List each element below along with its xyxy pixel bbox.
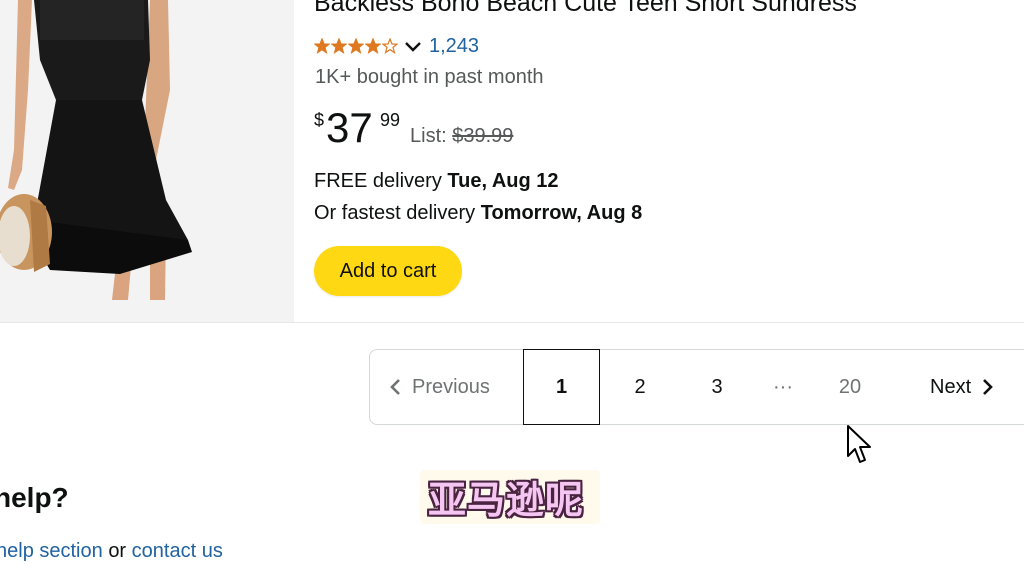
chevron-right-icon bbox=[983, 379, 993, 395]
contact-us-link[interactable]: contact us bbox=[132, 540, 223, 562]
product-image-panel[interactable] bbox=[0, 0, 294, 322]
page-1-current[interactable]: 1 bbox=[523, 349, 600, 425]
list-price-value: $39.99 bbox=[452, 125, 514, 147]
previous-page-button[interactable]: Previous bbox=[388, 350, 490, 424]
star-full-icon bbox=[331, 38, 347, 54]
video-caption: 亚马逊呢 bbox=[428, 477, 585, 522]
help-section-link[interactable]: help section bbox=[0, 540, 103, 562]
bought-past-month: 1K+ bought in past month bbox=[315, 66, 544, 88]
free-delivery-prefix: FREE delivery bbox=[314, 170, 442, 192]
chevron-down-icon[interactable] bbox=[403, 36, 423, 56]
list-price-label: List: $39.99 bbox=[410, 125, 513, 148]
next-label: Next bbox=[930, 375, 972, 398]
help-heading: help? bbox=[0, 482, 69, 513]
product-image[interactable] bbox=[0, 0, 294, 322]
star-full-icon bbox=[348, 38, 364, 54]
rating-row[interactable]: 1,243 bbox=[314, 34, 479, 58]
fastest-delivery-prefix: Or fastest delivery bbox=[314, 202, 476, 224]
mouse-cursor-icon bbox=[847, 425, 871, 463]
page-3[interactable]: 3 bbox=[687, 350, 747, 424]
result-divider bbox=[0, 322, 1024, 323]
fastest-delivery-date: Tomorrow, Aug 8 bbox=[480, 202, 643, 224]
star-rating[interactable] bbox=[314, 38, 399, 54]
star-full-icon bbox=[365, 38, 381, 54]
star-partial-icon bbox=[382, 38, 398, 54]
page-last[interactable]: 20 bbox=[820, 350, 880, 424]
list-label-text: List: bbox=[410, 125, 447, 147]
pagination: Previous 1 2 3 ··· 20 Next bbox=[369, 349, 1024, 425]
previous-label: Previous bbox=[412, 375, 490, 398]
fastest-delivery-line: Or fastest delivery Tomorrow, Aug 8 bbox=[314, 202, 642, 225]
next-page-button[interactable]: Next bbox=[930, 350, 995, 424]
price-fraction: 99 bbox=[380, 110, 401, 130]
review-count-link[interactable]: 1,243 bbox=[429, 35, 479, 58]
chevron-left-icon bbox=[390, 379, 400, 395]
price-whole: 37 bbox=[326, 104, 373, 151]
free-delivery-line: FREE delivery Tue, Aug 12 bbox=[314, 170, 559, 193]
page-2[interactable]: 2 bbox=[610, 350, 670, 424]
star-full-icon bbox=[314, 38, 330, 54]
price-symbol: $ bbox=[314, 110, 325, 130]
page-ellipsis: ··· bbox=[773, 375, 793, 398]
free-delivery-date: Tue, Aug 12 bbox=[447, 170, 559, 192]
add-to-cart-button[interactable]: Add to cart bbox=[314, 246, 462, 296]
product-title[interactable]: Backless Boho Beach Cute Teen Short Sund… bbox=[314, 0, 1014, 18]
help-or-text: or bbox=[108, 540, 127, 562]
help-line: help section or contact us bbox=[0, 540, 223, 563]
